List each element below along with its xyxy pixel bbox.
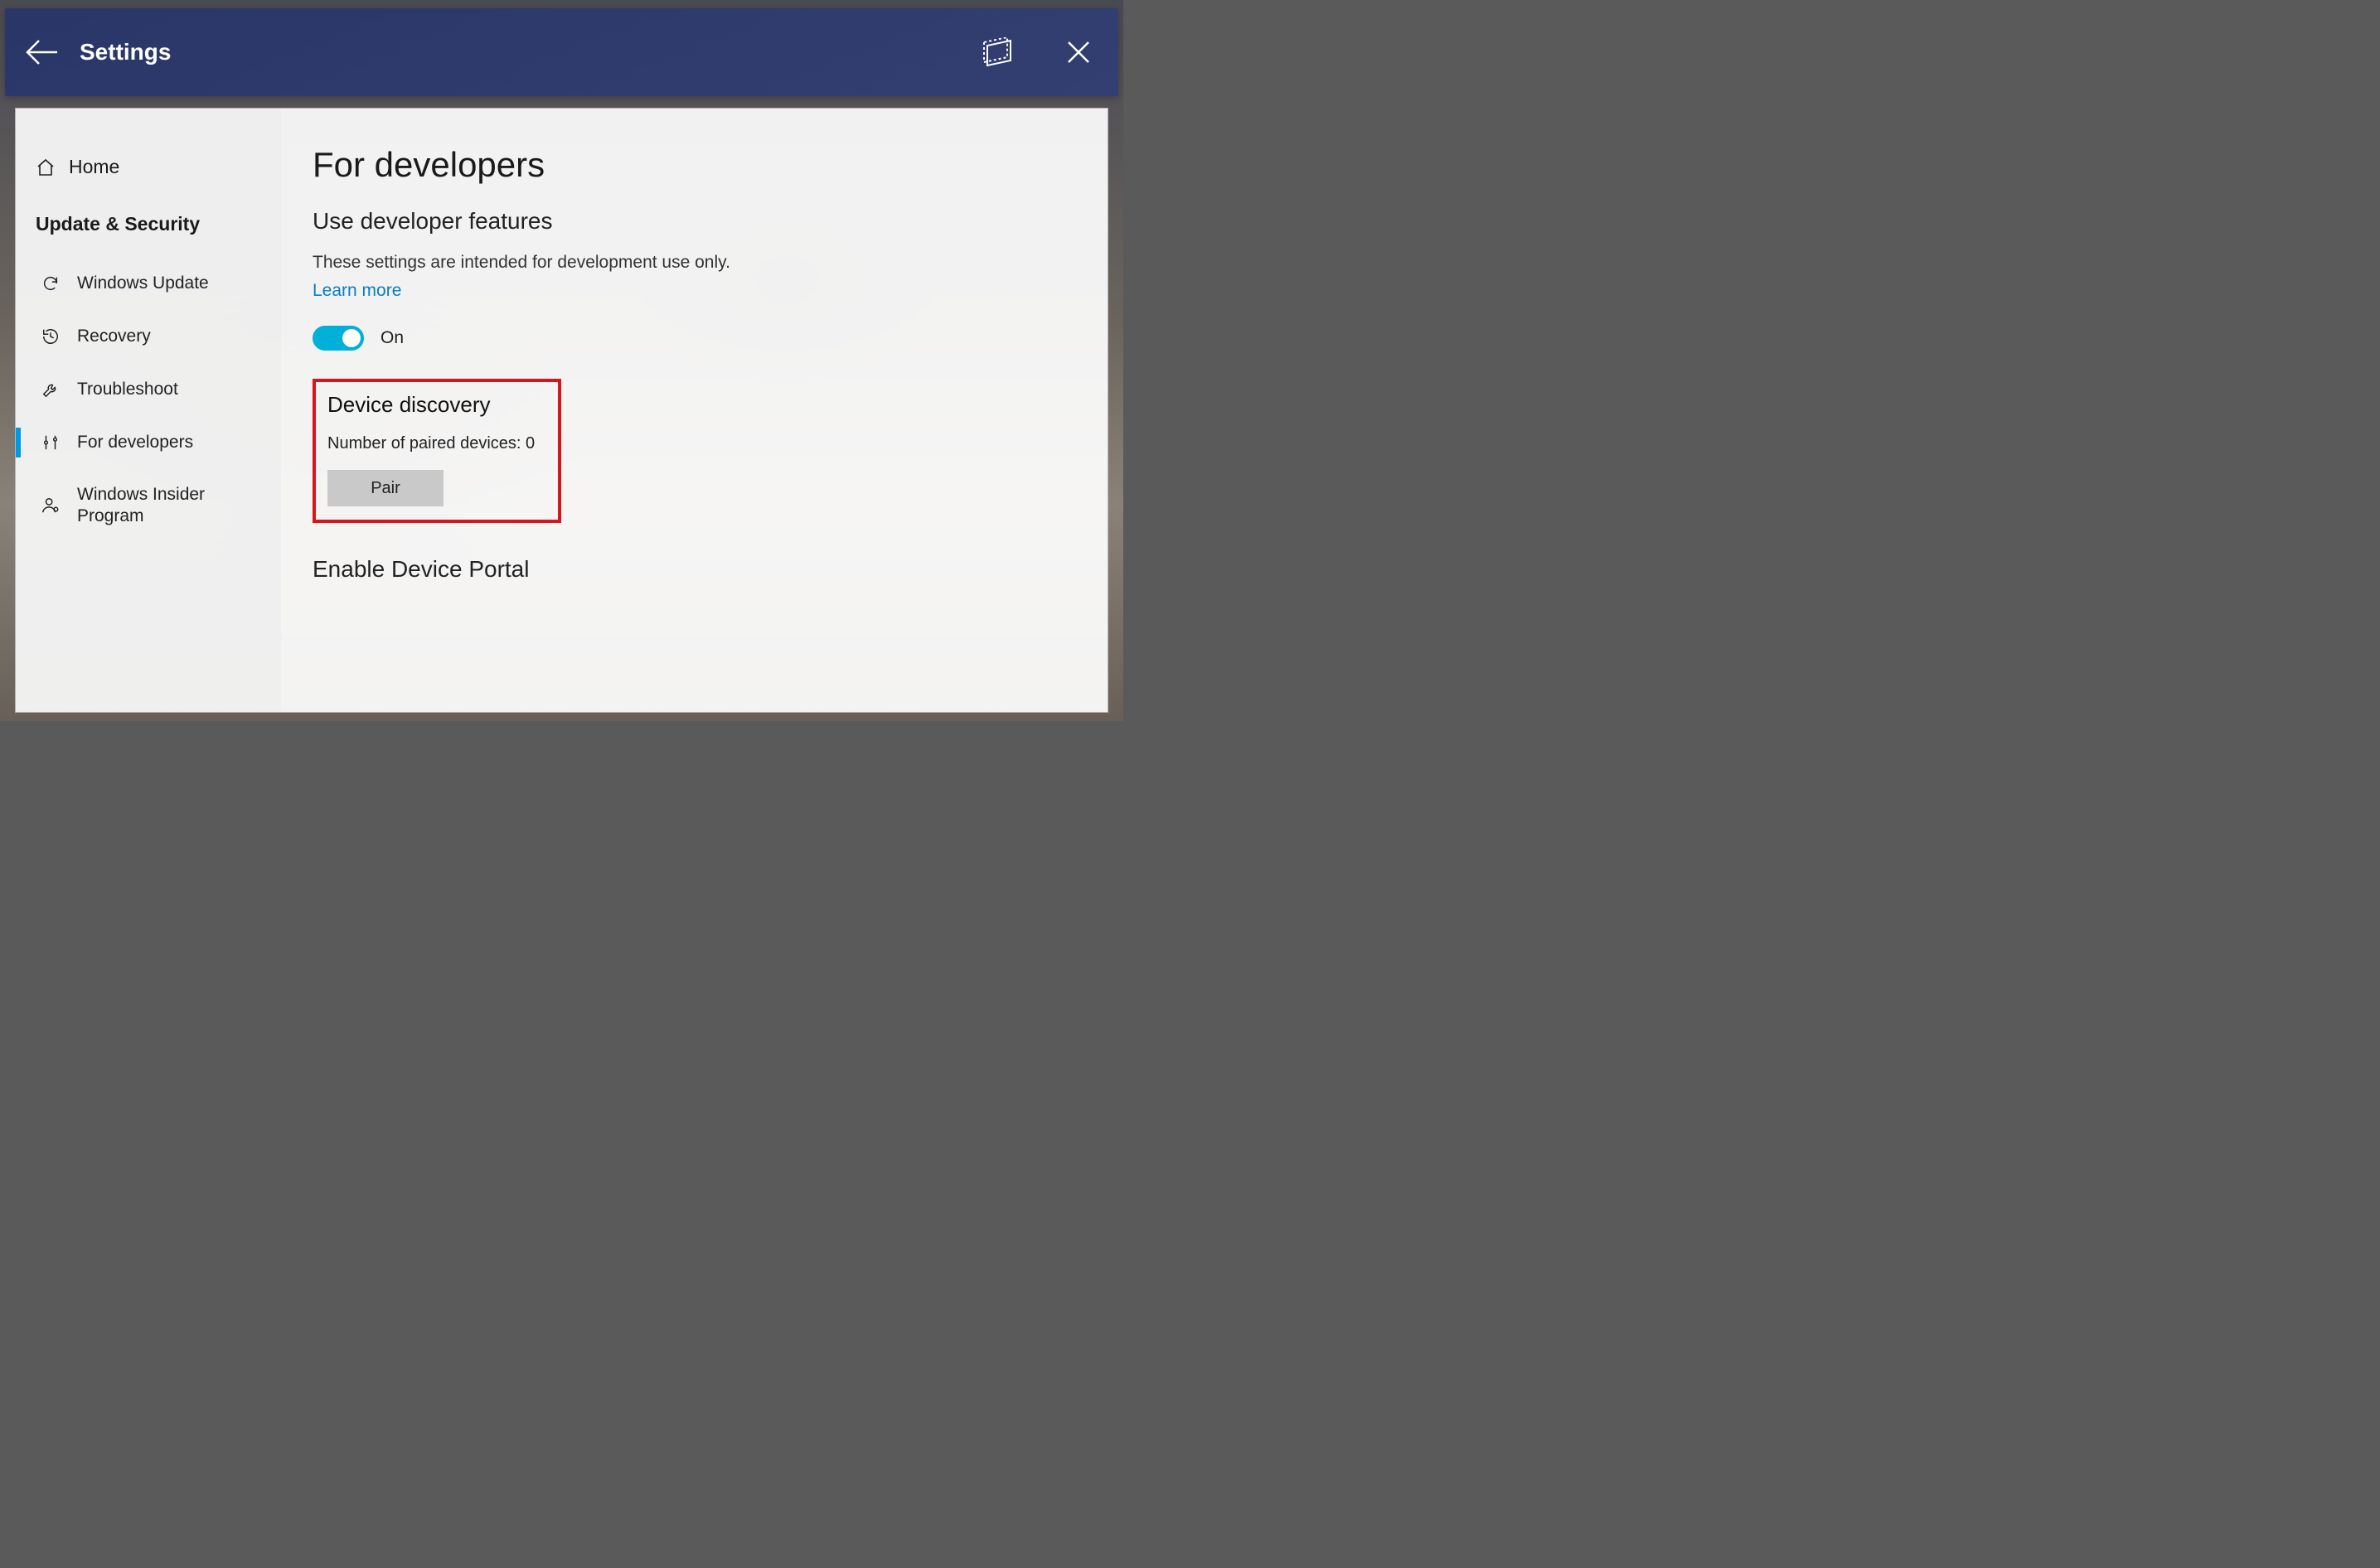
sidebar-item-label: Troubleshoot bbox=[77, 379, 261, 400]
back-button[interactable] bbox=[5, 8, 80, 96]
sidebar-item-label: Recovery bbox=[77, 326, 261, 347]
sidebar-home-label: Home bbox=[69, 156, 119, 178]
learn-more-link[interactable]: Learn more bbox=[313, 281, 401, 301]
toggle-state-label: On bbox=[381, 328, 404, 348]
sidebar-item-windows-insider[interactable]: Windows Insider Program bbox=[16, 469, 281, 543]
sidebar-item-recovery[interactable]: Recovery bbox=[16, 310, 281, 363]
arrow-left-icon bbox=[24, 34, 61, 70]
section-description: These settings are intended for developm… bbox=[313, 253, 1083, 273]
hologram-slate-icon bbox=[982, 37, 1015, 67]
sidebar-item-windows-update[interactable]: Windows Update bbox=[16, 257, 281, 310]
paired-devices-count: Number of paired devices: 0 bbox=[327, 434, 546, 453]
sidebar-item-label: Windows Update bbox=[77, 273, 261, 294]
history-icon bbox=[41, 327, 61, 346]
person-badge-icon bbox=[41, 496, 61, 515]
section-subheading: Use developer features bbox=[313, 208, 1083, 235]
tools-icon bbox=[41, 433, 61, 452]
enable-device-portal-heading: Enable Device Portal bbox=[313, 556, 1083, 583]
sidebar-item-label: For developers bbox=[77, 432, 261, 453]
sidebar-home[interactable]: Home bbox=[16, 146, 281, 188]
sidebar-item-troubleshoot[interactable]: Troubleshoot bbox=[16, 363, 281, 416]
sidebar: Home Update & Security Windows Update Re… bbox=[16, 109, 281, 712]
home-icon bbox=[36, 157, 56, 177]
sidebar-item-for-developers[interactable]: For developers bbox=[16, 416, 281, 469]
close-icon bbox=[1066, 40, 1091, 65]
content-pane: For developers Use developer features Th… bbox=[281, 109, 1108, 712]
window-titlebar: Settings bbox=[5, 8, 1118, 96]
window-title: Settings bbox=[80, 39, 171, 65]
toggle-knob bbox=[342, 329, 361, 347]
settings-window: Home Update & Security Windows Update Re… bbox=[15, 108, 1108, 713]
sync-icon bbox=[41, 274, 61, 293]
close-button[interactable] bbox=[1039, 8, 1118, 96]
sidebar-item-label: Windows Insider Program bbox=[77, 484, 261, 528]
sidebar-section-header: Update & Security bbox=[16, 188, 281, 257]
developer-features-toggle[interactable] bbox=[313, 326, 364, 351]
hologram-place-button[interactable] bbox=[959, 8, 1039, 96]
device-discovery-highlight: Device discovery Number of paired device… bbox=[313, 379, 561, 523]
pair-button[interactable]: Pair bbox=[327, 470, 444, 506]
device-discovery-title: Device discovery bbox=[327, 392, 546, 418]
wrench-icon bbox=[41, 380, 61, 399]
page-title: For developers bbox=[313, 145, 1083, 185]
